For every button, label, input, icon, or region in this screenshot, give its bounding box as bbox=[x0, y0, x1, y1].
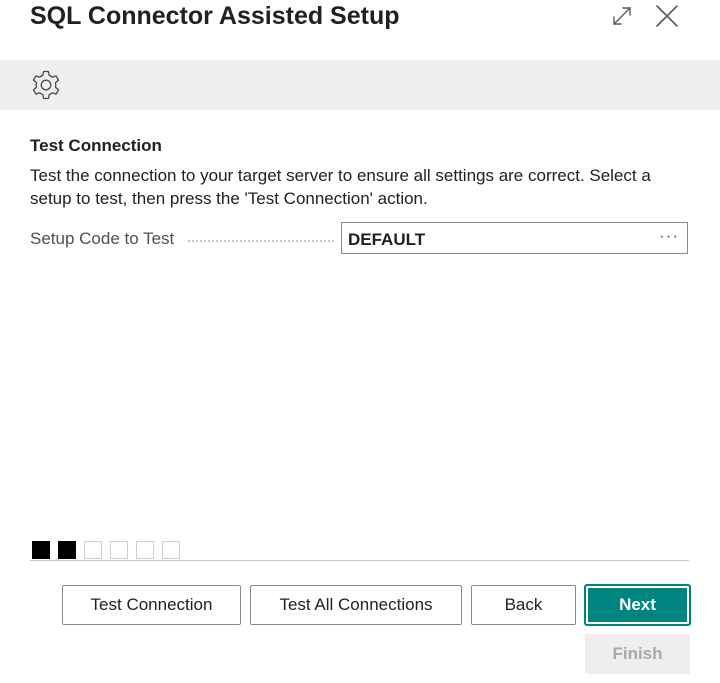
back-button[interactable]: Back bbox=[471, 585, 576, 625]
step-title: Test Connection bbox=[30, 136, 162, 155]
expand-button[interactable] bbox=[609, 3, 635, 29]
wizard-progress bbox=[32, 541, 188, 559]
close-icon bbox=[656, 5, 678, 27]
step-instructions: Test the connection to your target serve… bbox=[30, 166, 651, 208]
setup-code-value: DEFAULT bbox=[348, 230, 426, 249]
finish-button: Finish bbox=[585, 634, 690, 674]
test-all-connections-button[interactable]: Test All Connections bbox=[250, 585, 462, 625]
setup-code-label: Setup Code to Test bbox=[30, 229, 175, 248]
progress-step bbox=[136, 541, 154, 559]
expand-icon bbox=[613, 7, 631, 25]
action-bar bbox=[0, 60, 720, 110]
footer-divider bbox=[30, 560, 689, 561]
close-button[interactable] bbox=[654, 3, 680, 29]
label-leader-dots bbox=[188, 240, 334, 242]
gear-icon bbox=[32, 70, 60, 100]
setup-code-input[interactable]: DEFAULT ··· bbox=[341, 222, 688, 254]
progress-step bbox=[110, 541, 128, 559]
test-connection-button[interactable]: Test Connection bbox=[62, 585, 241, 625]
dialog-title: SQL Connector Assisted Setup bbox=[30, 2, 400, 30]
next-button[interactable]: Next bbox=[585, 585, 690, 625]
progress-step bbox=[84, 541, 102, 559]
settings-button[interactable] bbox=[29, 68, 63, 102]
progress-step bbox=[58, 541, 76, 559]
progress-step bbox=[32, 541, 50, 559]
lookup-button[interactable]: ··· bbox=[659, 226, 679, 246]
progress-step bbox=[162, 541, 180, 559]
